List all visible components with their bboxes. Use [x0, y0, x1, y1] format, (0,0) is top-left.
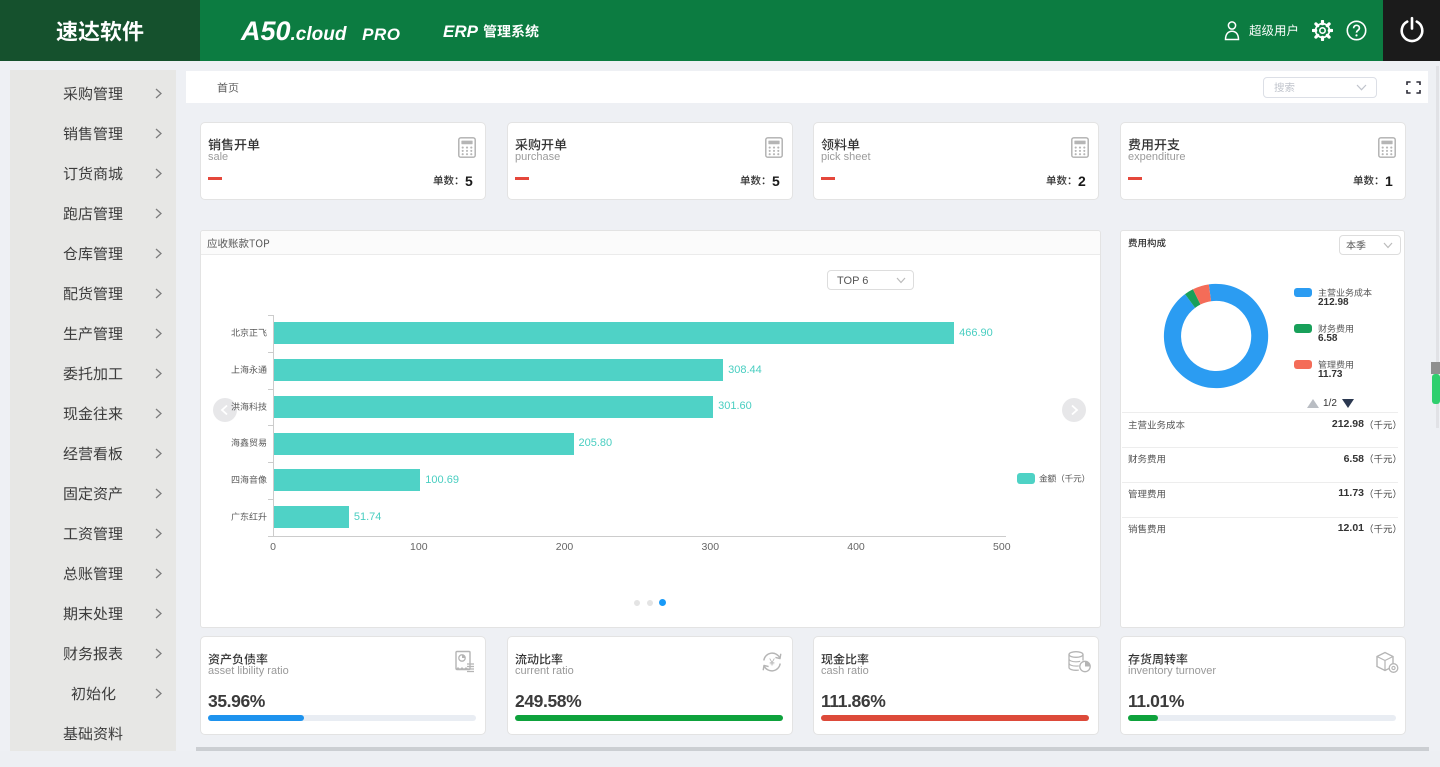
- svg-text:¥: ¥: [768, 658, 775, 669]
